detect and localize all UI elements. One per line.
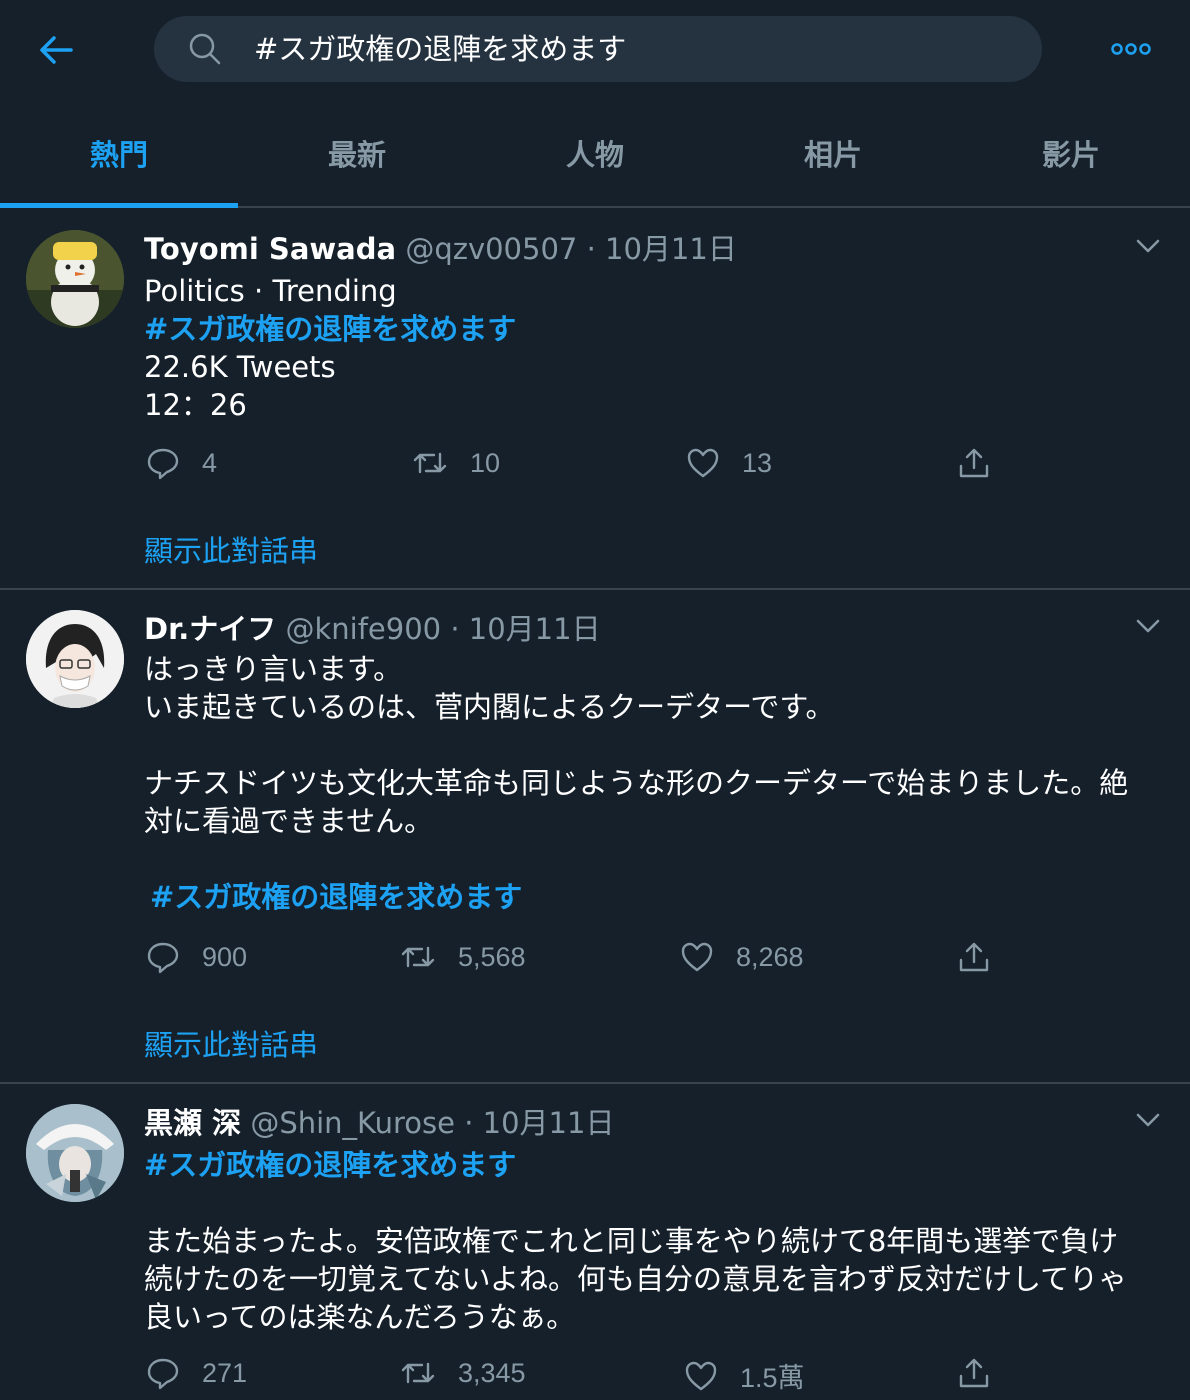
retweet-button[interactable]: 3,345	[400, 1356, 526, 1390]
tweet[interactable]: 黒瀬 深 @Shin_Kurose · 10月11日 #スガ政権の退陣を求めます…	[0, 1084, 1190, 1400]
handle[interactable]: @knife900	[285, 612, 441, 646]
retweet-count: 10	[470, 447, 501, 478]
like-count: 8,268	[736, 941, 804, 972]
tweet-text: はっきり言います。	[144, 652, 403, 686]
display-name[interactable]: Toyomi Sawada	[144, 232, 396, 266]
tweet-menu-button[interactable]	[1126, 604, 1170, 648]
hashtag-link[interactable]: #スガ政権の退陣を求めます	[144, 310, 516, 348]
tweet-text: 22.6K Tweets	[144, 350, 336, 384]
reply-count: 271	[202, 1357, 248, 1388]
tab-top[interactable]: 熱門	[0, 100, 238, 208]
display-name[interactable]: Dr.ナイフ	[144, 612, 276, 646]
back-button[interactable]	[32, 26, 80, 74]
like-icon	[685, 1361, 717, 1390]
tweet-menu-button[interactable]	[1126, 1098, 1170, 1142]
reply-button[interactable]: 271	[146, 1356, 247, 1390]
tweet-text: Politics · Trending	[144, 274, 397, 308]
tweet-text: いま起きているのは、菅内閣によるクーデターです。	[144, 690, 835, 724]
reply-icon	[147, 942, 179, 974]
show-thread-link[interactable]: 顯示此對話串	[144, 1022, 318, 1064]
snowman-avatar-image	[26, 230, 124, 328]
search-input[interactable]: #スガ政権の退陣を求めます	[154, 16, 1042, 82]
reply-count: 4	[202, 447, 218, 478]
tweet[interactable]: Toyomi Sawada @qzv00507 · 10月11日 Politic…	[0, 208, 1190, 590]
tab-photos[interactable]: 相片	[714, 100, 952, 206]
chevron-down-icon	[1136, 1113, 1160, 1127]
share-button[interactable]	[957, 940, 1013, 974]
hashtag-link[interactable]: #スガ政権の退陣を求めます	[150, 878, 522, 916]
reply-button[interactable]: 4	[146, 446, 217, 480]
retweet-icon	[413, 452, 447, 474]
tweet-menu-button[interactable]	[1126, 224, 1170, 268]
like-button[interactable]: 13	[686, 446, 772, 480]
handle[interactable]: @Shin_Kurose	[250, 1106, 455, 1140]
tweet-text: 続けたのを一切覚えてないよね。何も自分の意見を言わず反対だけしてりゃ	[144, 1262, 1128, 1296]
share-button[interactable]	[957, 1356, 1013, 1390]
tweet-header: 黒瀬 深 @Shin_Kurose · 10月11日	[144, 1104, 614, 1142]
hashtag-link[interactable]: #スガ政権の退陣を求めます	[144, 1146, 516, 1184]
top-bar: #スガ政権の退陣を求めます	[0, 0, 1190, 100]
illustrated-avatar-image	[26, 1104, 124, 1202]
like-icon	[687, 448, 719, 478]
like-icon	[681, 942, 713, 972]
retweet-icon	[401, 946, 435, 968]
share-button[interactable]	[957, 446, 1013, 480]
tweet-text: また始まったよ。安倍政権でこれと同じ事をやり続けて8年間も選挙で負け	[144, 1224, 1119, 1258]
chevron-down-icon	[1136, 619, 1160, 633]
timestamp[interactable]: · 10月11日	[587, 232, 737, 266]
avatar[interactable]	[26, 1104, 124, 1202]
share-icon	[959, 942, 989, 972]
avatar[interactable]	[26, 610, 124, 708]
tweet-header: Dr.ナイフ @knife900 · 10月11日	[144, 610, 601, 648]
tab-people[interactable]: 人物	[476, 100, 714, 206]
like-count: 1.5萬	[740, 1363, 805, 1393]
like-button[interactable]: 1.5萬	[684, 1356, 805, 1395]
tweet[interactable]: Dr.ナイフ @knife900 · 10月11日 はっきり言います。 いま起き…	[0, 590, 1190, 1084]
show-thread-link[interactable]: 顯示此對話串	[144, 528, 318, 570]
more-icon	[1111, 43, 1151, 55]
handle[interactable]: @qzv00507	[405, 232, 577, 266]
tweet-header: Toyomi Sawada @qzv00507 · 10月11日	[144, 230, 737, 268]
search-query[interactable]: #スガ政権の退陣を求めます	[254, 16, 626, 82]
timestamp[interactable]: · 10月11日	[464, 1106, 614, 1140]
retweet-count: 5,568	[458, 941, 526, 972]
chevron-down-icon	[1136, 239, 1160, 253]
tab-videos[interactable]: 影片	[952, 100, 1190, 206]
tweet-text: 良いってのは楽なんだろうなぁ。	[144, 1300, 576, 1334]
back-arrow-icon	[40, 36, 73, 64]
search-tabs: 熱門 最新 人物 相片 影片	[0, 100, 1190, 208]
tweet-text: 対に看過できません。	[144, 804, 434, 838]
tweet-text: 12：26	[144, 388, 247, 422]
share-icon	[959, 448, 989, 478]
search-icon	[189, 33, 221, 65]
anime-avatar-image	[26, 610, 124, 708]
more-button[interactable]	[1106, 34, 1156, 64]
reply-icon	[147, 448, 179, 480]
reply-icon	[147, 1358, 179, 1390]
retweet-icon	[401, 1362, 435, 1384]
display-name[interactable]: 黒瀬 深	[144, 1106, 241, 1140]
retweet-count: 3,345	[458, 1357, 526, 1388]
like-count: 13	[742, 447, 773, 478]
reply-button[interactable]: 900	[146, 940, 247, 974]
reply-count: 900	[202, 941, 248, 972]
tab-latest[interactable]: 最新	[238, 100, 476, 206]
like-button[interactable]: 8,268	[680, 940, 804, 974]
share-icon	[959, 1358, 989, 1388]
tweet-text: ナチスドイツも文化大革命も同じような形のクーデターで始まりました。絶	[144, 766, 1129, 800]
retweet-button[interactable]: 5,568	[400, 940, 526, 974]
timestamp[interactable]: · 10月11日	[450, 612, 600, 646]
avatar[interactable]	[26, 230, 124, 328]
retweet-button[interactable]: 10	[412, 446, 500, 480]
